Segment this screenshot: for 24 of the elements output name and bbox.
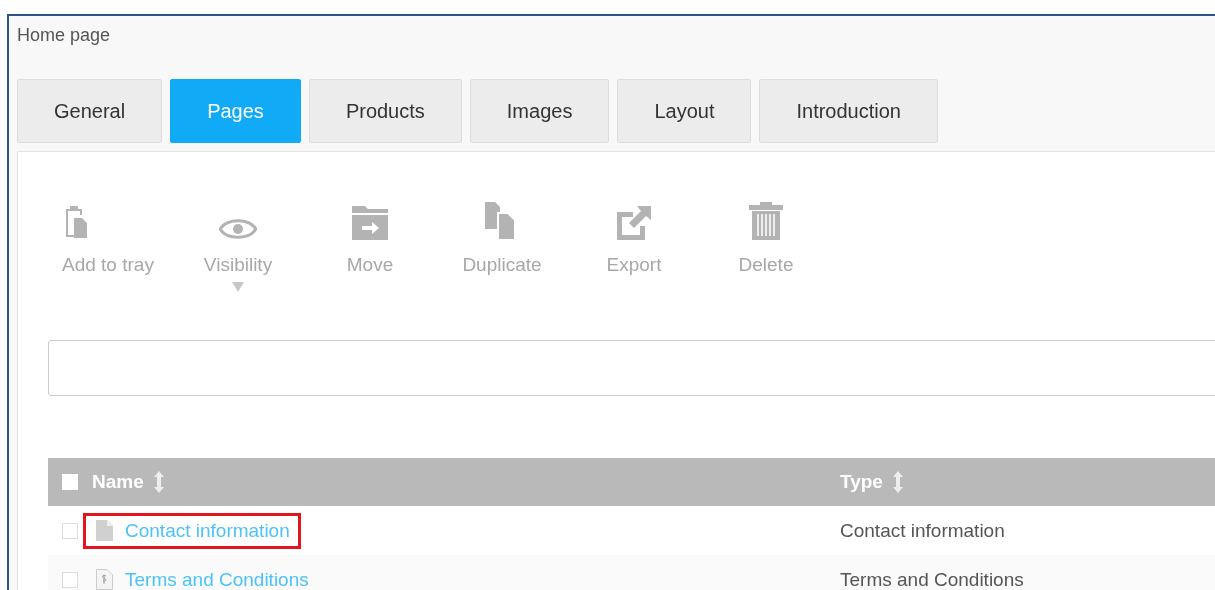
caret-icon <box>232 282 244 292</box>
sort-icon[interactable] <box>892 471 903 493</box>
column-header[interactable]: Type <box>840 471 883 493</box>
checkbox[interactable] <box>62 522 78 539</box>
tab[interactable]: Layout <box>617 79 752 143</box>
tab[interactable]: General <box>17 79 163 143</box>
search-field[interactable] <box>48 340 1215 396</box>
table-cell: Terms and Conditions <box>840 568 1024 590</box>
document-icon <box>96 520 113 541</box>
window-title: Home page <box>17 24 111 47</box>
tab[interactable]: Introduction <box>759 79 938 143</box>
eye-icon <box>219 218 257 240</box>
table-cell: Contact information <box>840 519 1005 542</box>
checkbox[interactable] <box>62 571 78 588</box>
tab[interactable]: Products <box>308 79 462 143</box>
trash-icon <box>749 202 783 240</box>
page-link[interactable]: Contact information <box>125 519 290 542</box>
sort-icon[interactable] <box>153 471 164 493</box>
column-header[interactable]: Name <box>92 471 144 493</box>
export-icon <box>617 206 651 240</box>
tab[interactable]: Images <box>469 79 610 143</box>
tab[interactable]: Pages <box>170 79 301 143</box>
page-link[interactable]: Terms and Conditions <box>125 568 309 590</box>
folder-icon <box>352 206 388 240</box>
